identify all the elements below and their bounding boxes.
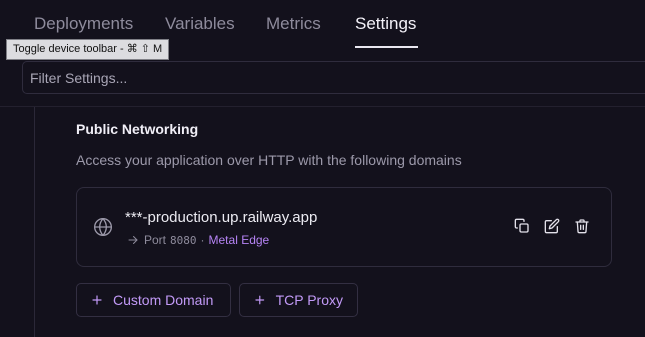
tab-settings[interactable]: Settings [355, 14, 416, 34]
plus-icon [255, 295, 265, 305]
devtools-tooltip: Toggle device toolbar - ⌘ ⇧ M [6, 39, 170, 60]
domain-card: ***-production.up.railway.app Port 8080 … [76, 187, 612, 267]
arrow-right-icon [128, 236, 138, 244]
section-title: Public Networking [76, 121, 199, 137]
port-value: 8080 [170, 233, 197, 247]
edit-icon[interactable] [544, 218, 560, 234]
domain-meta: Port 8080 · Metal Edge [127, 233, 269, 247]
domain-actions [514, 218, 590, 234]
tcp-proxy-button[interactable]: TCP Proxy [239, 283, 358, 317]
settings-rail [34, 107, 35, 337]
meta-separator: · [200, 233, 205, 247]
tab-deployments[interactable]: Deployments [34, 14, 133, 34]
header-divider [0, 106, 645, 107]
domain-url[interactable]: ***-production.up.railway.app [125, 209, 317, 226]
port-label: Port [144, 233, 167, 247]
tab-variables[interactable]: Variables [165, 14, 235, 34]
active-tab-indicator [355, 46, 418, 48]
filter-settings-input[interactable] [22, 61, 645, 94]
tab-metrics[interactable]: Metrics [266, 14, 321, 34]
globe-icon [94, 218, 113, 236]
metal-edge-label: Metal Edge [208, 233, 270, 247]
trash-icon[interactable] [574, 218, 590, 234]
custom-domain-label: Custom Domain [113, 292, 214, 308]
copy-icon[interactable] [514, 218, 530, 234]
plus-icon [92, 295, 102, 305]
custom-domain-button[interactable]: Custom Domain [76, 283, 231, 317]
tcp-proxy-label: TCP Proxy [275, 292, 343, 308]
section-description: Access your application over HTTP with t… [76, 152, 462, 168]
